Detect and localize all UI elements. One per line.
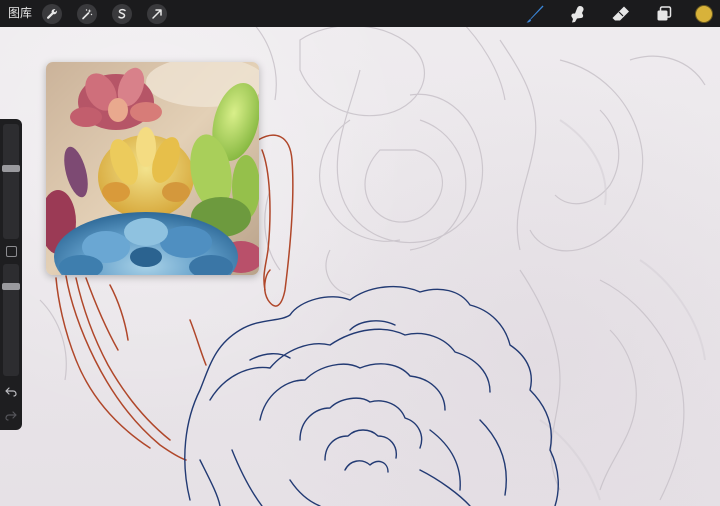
opacity-slider[interactable] (2, 264, 20, 376)
redo-arrow-icon (5, 411, 17, 421)
eraser-tool[interactable] (610, 3, 632, 25)
wrench-icon (47, 8, 57, 19)
toolbar-right (503, 0, 720, 27)
layers-icon (657, 5, 672, 20)
reference-image[interactable] (46, 62, 259, 275)
brush-size-handle[interactable] (2, 165, 20, 172)
smudge-tool[interactable] (567, 3, 589, 25)
magic-wand-icon (82, 8, 93, 19)
transform-button[interactable] (147, 3, 168, 24)
undo-arrow-icon (5, 387, 17, 397)
brush-icon (526, 5, 544, 23)
succulent-photo (46, 62, 259, 275)
layers-tool[interactable] (653, 3, 675, 25)
opacity-handle[interactable] (2, 283, 20, 290)
brush-size-slider[interactable] (2, 124, 20, 239)
gallery-button[interactable]: 图库 (8, 0, 32, 27)
side-toolbar (0, 119, 22, 430)
color-picker[interactable] (695, 4, 713, 23)
undo-button[interactable] (2, 384, 20, 400)
modify-button[interactable] (6, 246, 17, 257)
brush-tool[interactable] (524, 3, 546, 25)
actions-button[interactable] (42, 3, 63, 24)
adjustments-button[interactable] (77, 3, 98, 24)
selection-button[interactable] (112, 3, 133, 24)
navy-ink-drawing (184, 285, 559, 506)
eraser-icon (612, 6, 629, 20)
selection-icon (118, 8, 126, 19)
smudge-icon (571, 5, 584, 22)
transform-arrow-icon (152, 8, 162, 19)
top-toolbar: 图库 (0, 0, 720, 27)
redo-button[interactable] (2, 408, 20, 424)
